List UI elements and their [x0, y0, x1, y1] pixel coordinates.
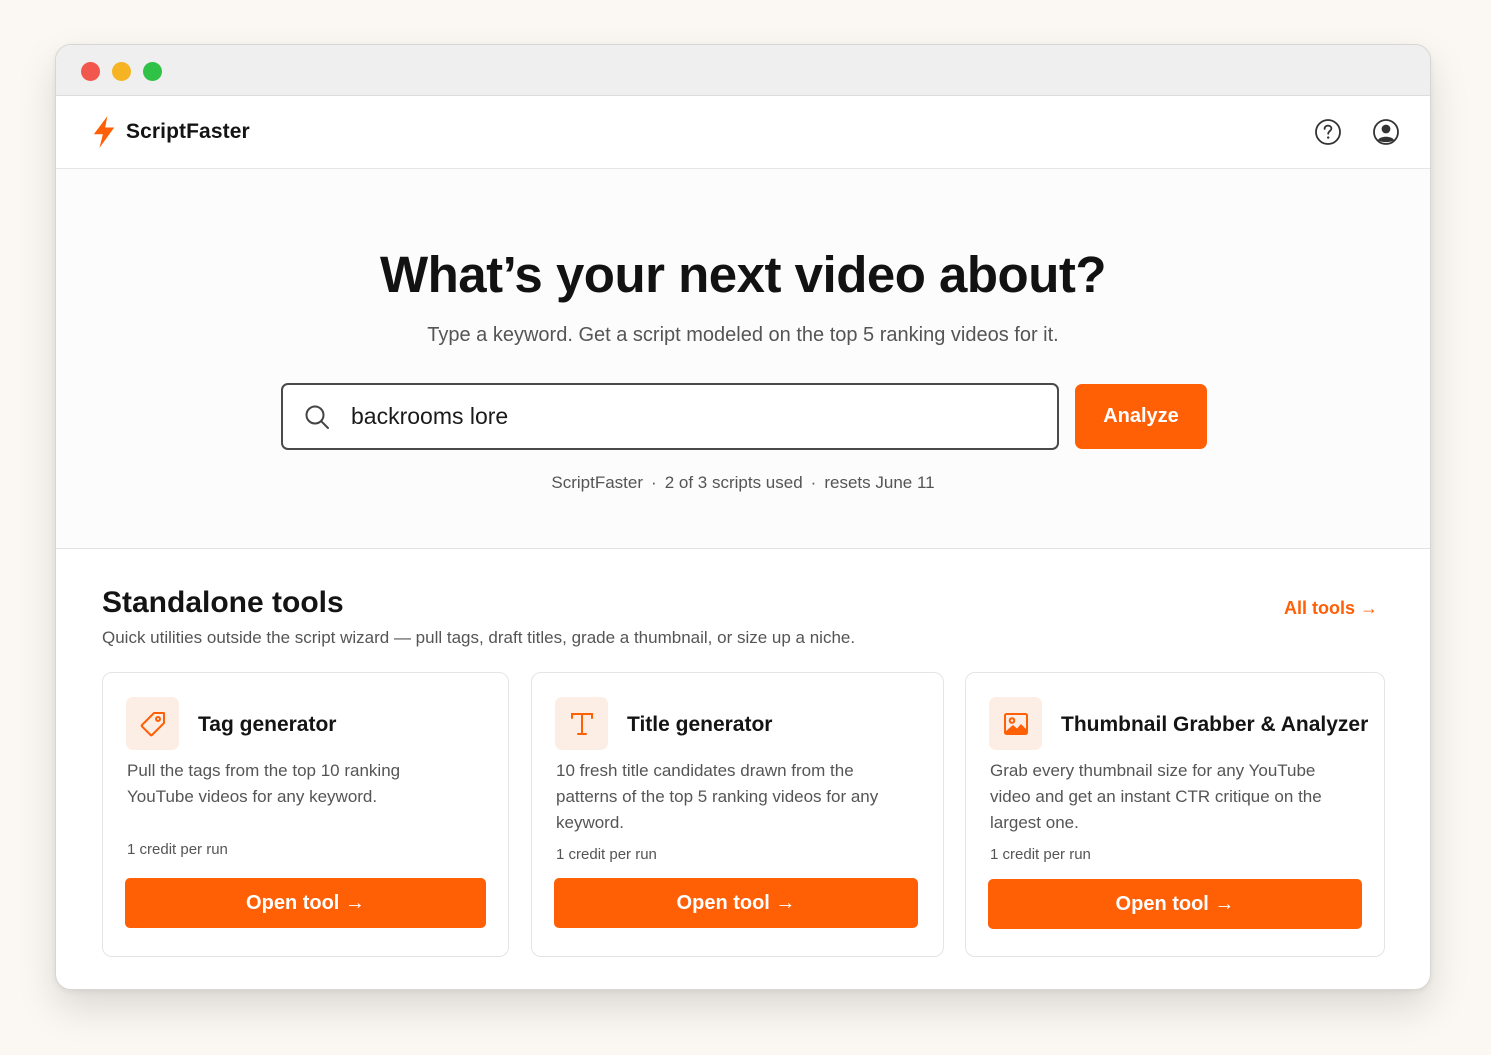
maximize-window-button[interactable] — [143, 62, 162, 81]
tool-card-credit: 1 credit per run — [127, 841, 228, 858]
reset-date: resets June 11 — [824, 473, 935, 492]
search-icon — [305, 405, 329, 429]
tool-card-title: Tag generator — [198, 713, 337, 736]
brand-name[interactable]: ScriptFaster — [126, 120, 250, 144]
keyword-input[interactable] — [351, 403, 1031, 430]
tool-card-title: Thumbnail Grabber & Analyzer — [1061, 713, 1369, 736]
app-header: ScriptFaster — [56, 96, 1430, 169]
section-title: Standalone tools — [102, 586, 344, 619]
usage-status: ScriptFaster · 2 of 3 scripts used · resets … — [56, 473, 1430, 493]
image-icon-container — [989, 697, 1042, 750]
usage-brand: ScriptFaster — [551, 473, 644, 492]
section-description: Quick utilities outside the script wizar… — [102, 628, 856, 647]
hero-section: What’s your next video about? Type a key… — [56, 169, 1430, 549]
lightning-bolt-icon — [93, 116, 115, 148]
hero-title: What’s your next video about? — [380, 246, 1107, 303]
analyze-button[interactable]: Analyze — [1075, 384, 1207, 449]
user-circle-icon[interactable] — [1372, 118, 1400, 146]
tool-card-description: 10 fresh title candidates drawn from the… — [556, 761, 879, 832]
open-tag-generator-button[interactable]: Open tool → — [125, 878, 486, 928]
tool-card-description: Pull the tags from the top 10 ranking Yo… — [127, 761, 401, 806]
hero-subtitle: Type a keyword. Get a script modeled on … — [427, 324, 1059, 346]
all-tools-link[interactable]: All tools → — [1284, 598, 1378, 619]
image-icon — [1003, 712, 1028, 735]
keyword-search-box[interactable] — [281, 383, 1059, 450]
scripts-used-count: 2 of 3 scripts used — [664, 473, 803, 492]
tool-card-tag-generator: Tag generator Pull the tags from the top… — [102, 672, 509, 957]
close-window-button[interactable] — [81, 62, 100, 81]
text-title-icon — [570, 712, 593, 735]
usage-separator: · — [810, 473, 817, 492]
tag-icon — [140, 711, 165, 736]
standalone-tools-section: Standalone tools Quick utilities outside… — [56, 549, 1430, 989]
usage-separator: · — [651, 473, 657, 492]
text-title-icon-container — [555, 697, 608, 750]
tool-card-title: Title generator — [627, 713, 773, 736]
open-thumbnail-analyzer-button[interactable]: Open tool → — [988, 879, 1362, 929]
help-circle-icon[interactable] — [1314, 118, 1342, 146]
minimize-window-button[interactable] — [112, 62, 131, 81]
tool-card-thumbnail-analyzer: Thumbnail Grabber & Analyzer Grab every … — [965, 672, 1385, 957]
browser-window: ScriptFaster What’s your next video abou… — [55, 44, 1431, 990]
window-titlebar — [56, 45, 1430, 96]
tool-card-title-generator: Title generator 10 fresh title candidate… — [531, 672, 944, 957]
open-title-generator-button[interactable]: Open tool → — [554, 878, 918, 928]
tool-card-credit: 1 credit per run — [556, 846, 657, 863]
tag-icon-container — [126, 697, 179, 750]
tool-card-credit: 1 credit per run — [990, 846, 1091, 863]
tool-card-description: Grab every thumbnail size for any YouTub… — [990, 761, 1322, 832]
